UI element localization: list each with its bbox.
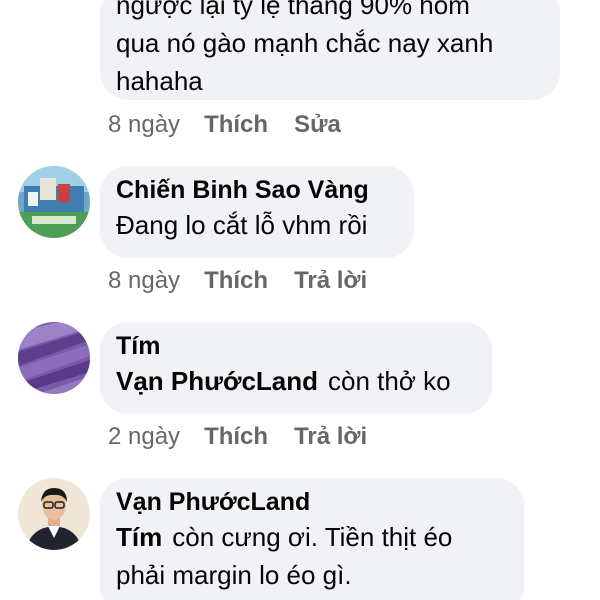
comment-author[interactable]: Tím [116,330,474,362]
mention-link[interactable]: Tím [116,522,162,552]
like-button[interactable]: Thích [204,267,268,295]
avatar[interactable] [18,322,90,394]
edit-button[interactable]: Sửa [294,111,341,139]
lavender-field-avatar-icon [18,322,90,394]
comment-bubble: Vạn PhướcLand Tím còn cưng ơi. Tiền thịt … [100,478,524,600]
comment-bubble: ngược lại tỷ lệ thắng 90% hôm qua nó gào… [100,0,560,100]
comment-bubble: Chiến Binh Sao Vàng Đang lo cắt lỗ vhm r… [100,166,414,258]
comment-text-line: Vạn PhướcLand còn thở ko [116,362,474,400]
comment-time: 2 ngày [108,423,181,450]
comment-author[interactable]: Vạn PhướcLand [116,486,506,518]
like-button[interactable]: Thích [204,423,268,451]
person-photo-avatar-icon [18,478,90,550]
photo-avatar-icon [18,166,90,238]
mention-link[interactable]: Vạn PhướcLand [116,366,318,396]
comment-time: 8 ngày [108,267,181,294]
reply-button[interactable]: Trả lời [294,423,367,451]
comment-bubble: Tím Vạn PhướcLand còn thở ko [100,322,492,414]
reply-button[interactable]: Trả lời [294,267,367,295]
comment-actions: 8 ngày Thích Trả lời [108,266,393,296]
comment-actions: 8 ngày Thích Sửa [108,110,367,140]
comment-text-line: qua nó gào mạnh chắc nay xanh [116,28,494,58]
comment-time: 8 ngày [108,111,181,138]
comment-text-line: Tím còn cưng ơi. Tiền thịt éo [116,518,506,556]
comment-text: còn cưng ơi. Tiền thịt éo [172,522,453,552]
comment-actions: 2 ngày Thích Trả lời [108,422,393,452]
like-button[interactable]: Thích [204,111,268,139]
comment-text-line: ngược lại tỷ lệ thắng 90% hôm [116,0,470,20]
comment-author[interactable]: Chiến Binh Sao Vàng [116,174,396,206]
comment-text: còn thở ko [328,366,451,396]
comment-text: Đang lo cắt lỗ vhm rồi [116,210,368,240]
avatar[interactable] [18,478,90,550]
comment-text-line: phải margin lo éo gì. [116,560,352,590]
comment-text-line: hahaha [116,66,203,96]
avatar[interactable] [18,166,90,238]
